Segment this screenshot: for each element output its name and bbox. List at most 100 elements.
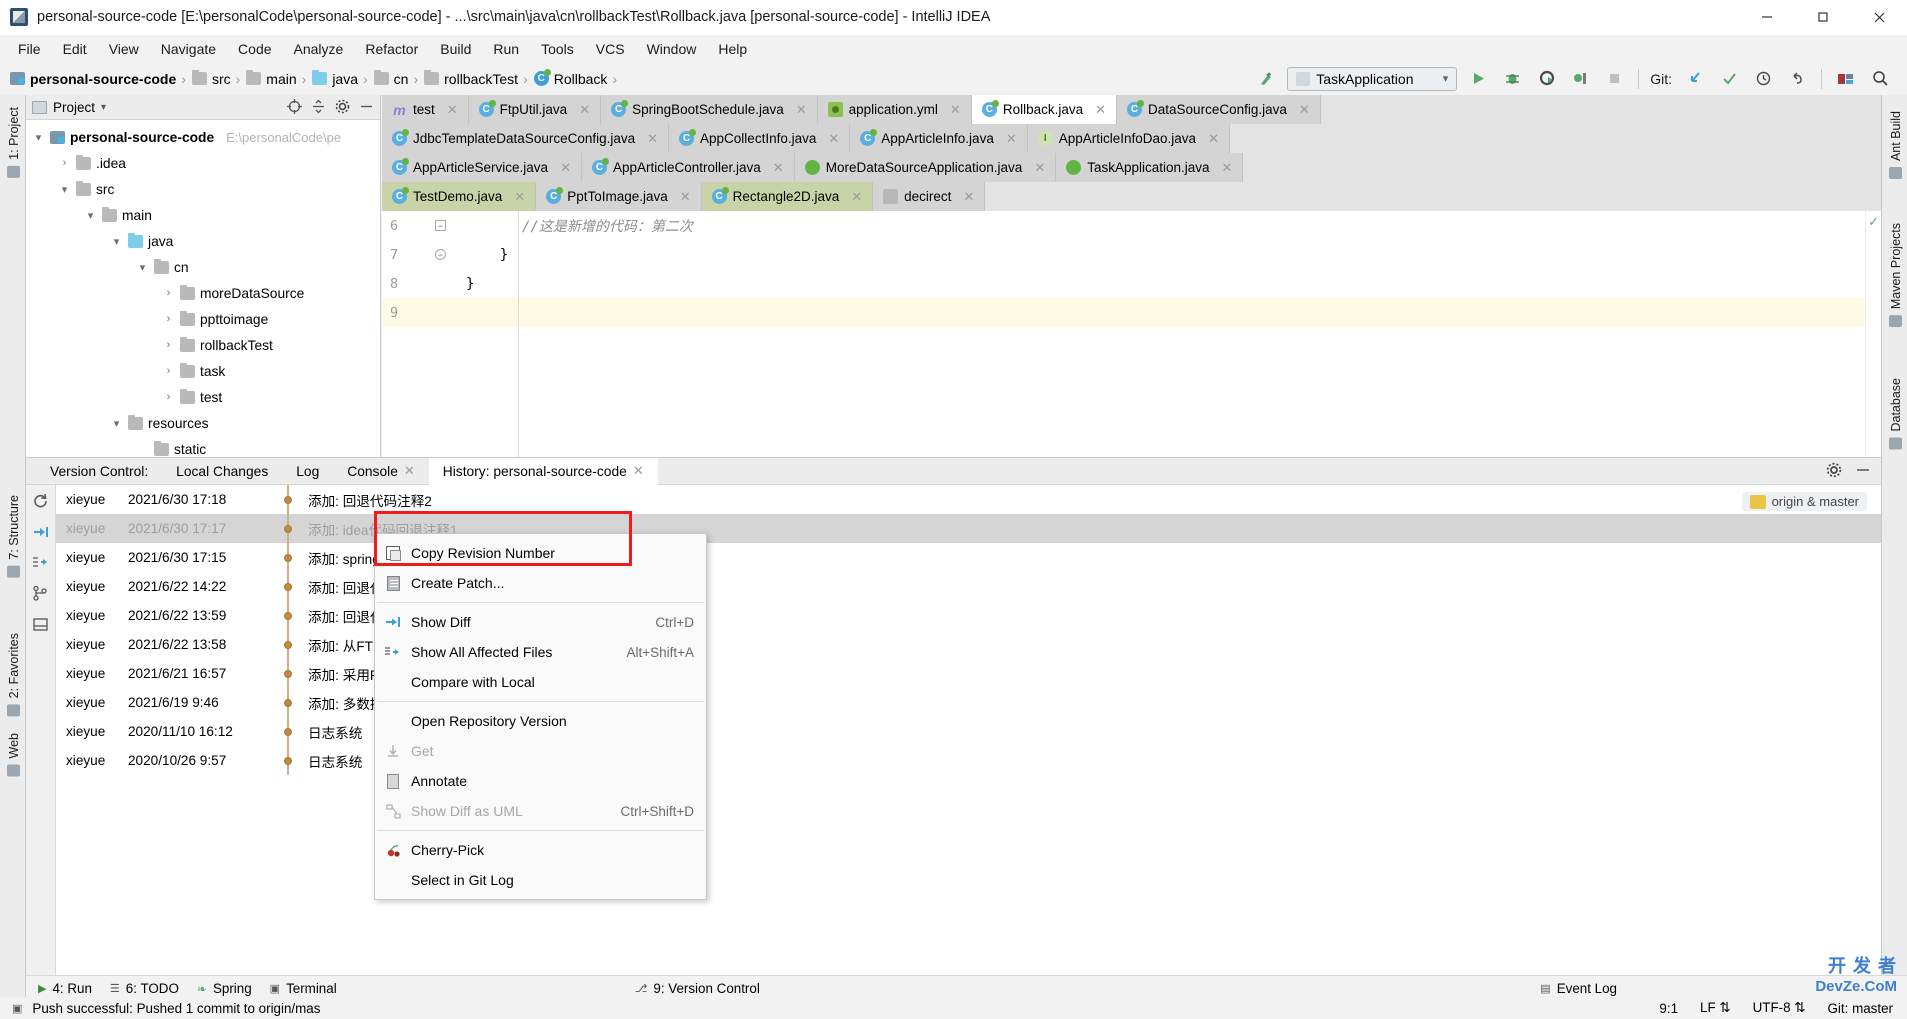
chevron-right-icon[interactable]: › — [58, 157, 71, 169]
search-icon[interactable] — [1867, 67, 1893, 91]
commit-context-menu[interactable]: Copy Revision Number Create Patch... Show … — [374, 533, 707, 900]
tree-node-test[interactable]: › test — [26, 384, 380, 410]
collapse-all-icon[interactable] — [311, 99, 326, 116]
chevron-right-icon[interactable]: › — [162, 339, 175, 351]
code-editor[interactable]: 6 7 8 9 − − //这是新增的代码：第二次 } } ✓ — [382, 211, 1881, 486]
editor-tab-apparticleservice-java[interactable]: C AppArticleService.java ✕ — [382, 153, 582, 182]
menu-item-create-patch[interactable]: Create Patch... — [375, 568, 706, 598]
settings-gear-icon[interactable] — [1826, 462, 1842, 481]
editor-tab-datasourceconfig-java[interactable]: C DataSourceConfig.java ✕ — [1117, 95, 1321, 124]
editor-gutter[interactable]: 6 7 8 9 − − — [382, 211, 460, 486]
editor-tab-decirect[interactable]: decirect ✕ — [873, 182, 986, 211]
commit-row[interactable]: xieyue 2021/6/22 13:58 添加: 从FTP下载 — [56, 630, 1881, 659]
close-icon[interactable]: ✕ — [796, 102, 807, 118]
hide-icon[interactable] — [1855, 462, 1871, 481]
editor-tab-apparticleinfodao-java[interactable]: I AppArticleInfoDao.java ✕ — [1027, 124, 1230, 153]
branches-icon[interactable] — [32, 584, 50, 602]
menu-item-show-diff[interactable]: Show Diff Ctrl+D — [375, 607, 706, 637]
editor-tab-apparticleinfo-java[interactable]: C AppArticleInfo.java ✕ — [850, 124, 1028, 153]
run-configuration-selector[interactable]: TaskApplication ▾ — [1287, 66, 1458, 91]
show-all-affected-icon[interactable] — [32, 553, 50, 571]
caret-position[interactable]: 9:1 — [1659, 1001, 1678, 1016]
chevron-down-icon[interactable]: ▾ — [84, 209, 97, 222]
status-tool-version-control[interactable]: ⎇ 9: Version Control — [635, 981, 760, 996]
chevron-down-icon[interactable]: ▾ — [58, 183, 71, 196]
menu-code[interactable]: Code — [228, 37, 281, 61]
code-line[interactable]: } — [460, 240, 1865, 269]
menu-tools[interactable]: Tools — [531, 37, 584, 61]
tool-window-database[interactable]: Database — [1884, 370, 1907, 458]
run-icon[interactable] — [1465, 67, 1491, 91]
editor-tab-rectangle2d-java[interactable]: C Rectangle2D.java ✕ — [701, 182, 874, 211]
tool-window-favorites[interactable]: 2: Favorites — [2, 625, 26, 724]
commit-row[interactable]: xieyue 2021/6/22 14:22 添加: 回退代码注 — [56, 572, 1881, 601]
locate-icon[interactable] — [287, 98, 302, 116]
close-icon[interactable]: ✕ — [1299, 102, 1310, 118]
close-icon[interactable]: ✕ — [773, 160, 784, 176]
code-line[interactable]: //这是新增的代码：第二次 — [460, 211, 1865, 240]
close-icon[interactable]: ✕ — [851, 189, 862, 205]
commit-icon[interactable] — [1716, 67, 1742, 91]
commit-row[interactable]: xieyue 2020/11/10 16:12 日志系统 — [56, 717, 1881, 746]
close-button[interactable] — [1851, 0, 1907, 35]
rollback-icon[interactable] — [1784, 67, 1810, 91]
hide-icon[interactable] — [359, 99, 374, 116]
close-icon[interactable]: ✕ — [963, 189, 974, 205]
vc-tab-console[interactable]: Console ✕ — [333, 458, 429, 485]
close-icon[interactable]: ✕ — [404, 463, 415, 479]
menu-file[interactable]: File — [8, 37, 51, 61]
editor-tab-taskapplication-java[interactable]: TaskApplication.java ✕ — [1056, 153, 1244, 182]
editor-tab-application-yml[interactable]: application.yml ✕ — [817, 95, 972, 124]
chevron-right-icon[interactable]: › — [162, 391, 175, 403]
menu-item-cherry-pick[interactable]: Cherry-Pick — [375, 835, 706, 865]
editor-tab-testdemo-java[interactable]: C TestDemo.java ✕ — [382, 182, 537, 211]
commit-row[interactable]: xieyue 2021/6/22 13:59 添加: 回退代码注 — [56, 601, 1881, 630]
breadcrumb-rollback[interactable]: C Rollback — [530, 69, 611, 89]
tool-window-ant-build[interactable]: Ant Build — [1884, 103, 1907, 187]
profile-icon[interactable] — [1567, 67, 1593, 91]
vc-tab-version-control[interactable]: Version Control: — [36, 458, 162, 485]
code-lines[interactable]: //这是新增的代码：第二次 } } — [460, 211, 1865, 486]
editor-tab-ppttoimage-java[interactable]: C PptToImage.java ✕ — [536, 182, 702, 211]
maximize-button[interactable] — [1795, 0, 1851, 35]
breadcrumb-src[interactable]: src — [188, 69, 234, 89]
stop-icon[interactable] — [1601, 67, 1627, 91]
code-fold-icon[interactable]: − — [435, 220, 446, 231]
tree-node-rollbacktest[interactable]: › rollbackTest — [26, 332, 380, 358]
close-icon[interactable]: ✕ — [633, 463, 644, 479]
chevron-right-icon[interactable]: › — [162, 365, 175, 377]
tool-window-project[interactable]: 1: Project — [2, 99, 26, 186]
commit-row[interactable]: xieyue 2021/6/30 17:17 添加: idea代码回退注释1 — [56, 514, 1881, 543]
tool-window-web[interactable]: Web — [2, 725, 26, 784]
chevron-down-icon[interactable]: ▾ — [136, 261, 149, 274]
menu-help[interactable]: Help — [708, 37, 757, 61]
vc-tab-log[interactable]: Log — [282, 458, 333, 485]
menu-refactor[interactable]: Refactor — [355, 37, 428, 61]
editor-tab-apparticlecontroller-java[interactable]: C AppArticleController.java ✕ — [581, 153, 795, 182]
menu-item-annotate[interactable]: Annotate — [375, 766, 706, 796]
chevron-right-icon[interactable]: › — [162, 313, 175, 325]
menu-item-compare-with-local[interactable]: Compare with Local — [375, 667, 706, 697]
menu-item-open-repository-version[interactable]: Open Repository Version — [375, 706, 706, 736]
tool-window-maven-projects[interactable]: Maven Projects — [1884, 215, 1907, 335]
menu-item-select-in-git-log[interactable]: Select in Git Log — [375, 865, 706, 895]
breadcrumb-java[interactable]: java — [308, 69, 361, 89]
menu-analyze[interactable]: Analyze — [284, 37, 354, 61]
editor-tab-test[interactable]: m test ✕ — [382, 95, 469, 124]
menu-window[interactable]: Window — [637, 37, 707, 61]
menu-navigate[interactable]: Navigate — [151, 37, 226, 61]
menu-vcs[interactable]: VCS — [586, 37, 635, 61]
status-tool-run[interactable]: ▶ 4: Run — [38, 981, 92, 996]
tree-node-src[interactable]: ▾ src — [26, 176, 380, 202]
update-project-icon[interactable] — [1682, 67, 1708, 91]
breadcrumb-rollbacktest[interactable]: rollbackTest — [420, 69, 521, 89]
file-encoding[interactable]: UTF-8 ⇅ — [1753, 1000, 1806, 1016]
settings-gear-icon[interactable] — [335, 99, 350, 116]
commit-row[interactable]: xieyue 2020/10/26 9:57 日志系统 — [56, 746, 1881, 775]
editor-tab-rollback-java[interactable]: C Rollback.java ✕ — [971, 95, 1118, 124]
minimize-button[interactable] — [1739, 0, 1795, 35]
tree-node-task[interactable]: › task — [26, 358, 380, 384]
menu-edit[interactable]: Edit — [53, 37, 97, 61]
close-icon[interactable]: ✕ — [560, 160, 571, 176]
editor-tab-springbootschedule-java[interactable]: C SpringBootSchedule.java ✕ — [601, 95, 818, 124]
